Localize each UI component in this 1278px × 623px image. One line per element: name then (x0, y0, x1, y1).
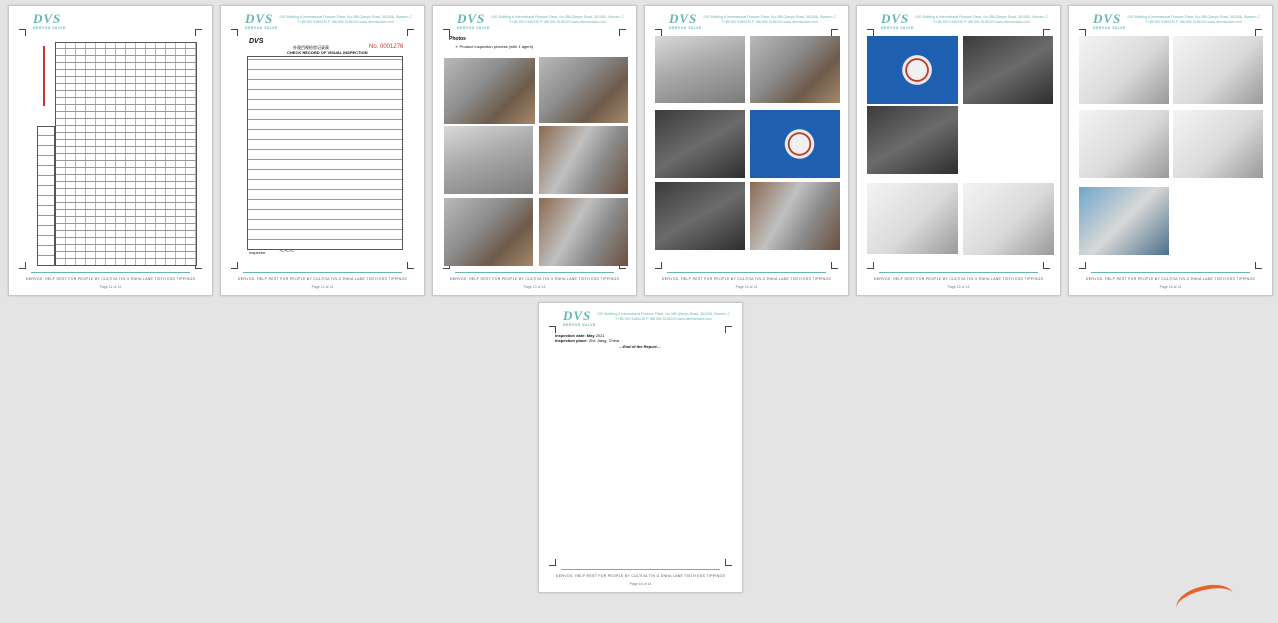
page-number: Page 16 of 14 (629, 582, 652, 586)
footer-divider (1091, 272, 1250, 273)
company-address: 10G Building A International Finance Pla… (703, 15, 836, 24)
footer-slogan: DERVOS, HELP REST FOR PEOPLE BY CULTIVA … (661, 277, 832, 281)
footer-slogan: DERVOS, HELP REST FOR PEOPLE BY CULTIVA … (555, 574, 726, 578)
inspection-photo[interactable] (750, 182, 840, 250)
inspection-photo[interactable] (539, 126, 628, 194)
company-logo: DVS DERVOS VALVE (669, 11, 702, 30)
inspection-photo[interactable] (750, 110, 840, 178)
inspection-photo[interactable] (444, 126, 533, 194)
inspection-photo[interactable] (867, 36, 958, 104)
inspection-photo[interactable] (655, 36, 745, 103)
signature-column (37, 126, 55, 266)
page-header: DVS DERVOS VALVE 10G Building A Internat… (865, 12, 1052, 36)
inspection-photo[interactable] (867, 183, 958, 254)
document-page-5[interactable]: DVS DERVOS VALVE 10G Building A Internat… (856, 5, 1061, 296)
company-address: 10G Building A International Finance Pla… (915, 15, 1048, 24)
page-number: Page 12 of 14 (311, 285, 334, 289)
inspection-photo[interactable] (1079, 110, 1169, 178)
form-logo: DVS (249, 38, 264, 45)
inspection-photo[interactable] (1173, 36, 1263, 104)
page-number: Page 15 of 14 (947, 285, 970, 289)
footer-slogan: DERVOS, HELP REST FOR PEOPLE BY CULTIVA … (449, 277, 620, 281)
page-number: Page 13 of 14 (523, 285, 546, 289)
page-header: DVS DERVOS VALVE 10G Building A Internat… (547, 309, 734, 333)
company-logo: DVS DERVOS VALVE (563, 308, 596, 327)
check-record-table (247, 56, 403, 250)
company-logo: DVS DERVOS VALVE (245, 11, 278, 30)
footer-slogan: DERVOS, HELP REST FOR PEOPLE BY CULTIVA … (1085, 277, 1256, 281)
inspection-photo[interactable] (655, 110, 745, 178)
form-title: CHECK RECORD OF VISUAL INSPECTION (287, 50, 368, 55)
inspection-photo[interactable] (655, 182, 745, 250)
company-address: 10G Building A International Finance Pla… (597, 312, 730, 321)
report-number-stamp (41, 46, 47, 106)
document-page-7[interactable]: DVS DERVOS VALVE 10G Building A Internat… (538, 302, 743, 593)
page-number: Page 16 of 14 (1159, 285, 1182, 289)
page-header: DVS DERVOS VALVE 10G Building A Internat… (441, 12, 628, 36)
section-bullet: ➢ Product Inspection process (with 1 age… (455, 44, 534, 49)
inspection-photo[interactable] (867, 106, 958, 174)
footer-slogan: DERVOS, HELP REST FOR PEOPLE BY CULTIVA … (873, 277, 1044, 281)
footer-divider (31, 272, 190, 273)
page-header: DVS DERVOS VALVE 10G Building A Internat… (653, 12, 840, 36)
company-address: 10G Building A International Finance Pla… (1127, 15, 1260, 24)
footer-divider (561, 569, 720, 570)
inspection-photo[interactable] (1079, 36, 1169, 104)
inspection-photo[interactable] (1173, 110, 1263, 178)
inspection-photo[interactable] (750, 36, 840, 103)
company-logo: DVS DERVOS VALVE (1093, 11, 1126, 30)
page-header: DVS DERVOS VALVE 10G Building A Internat… (229, 12, 416, 36)
document-page-6[interactable]: DVS DERVOS VALVE 10G Building A Internat… (1068, 5, 1273, 296)
footer-divider (667, 272, 826, 273)
bullet-arrow-icon: ➢ (455, 44, 459, 49)
footer-slogan: DERVOS, HELP REST FOR PEOPLE BY CULTIVA … (25, 277, 196, 281)
end-of-report: —End of the Report— (619, 344, 661, 349)
company-address: 10G Building A International Finance Pla… (279, 15, 412, 24)
company-logo: DVS DERVOS VALVE (33, 11, 66, 30)
footer-divider (879, 272, 1038, 273)
footer-divider (243, 272, 402, 273)
document-page-3[interactable]: DVS DERVOS VALVE 10G Building A Internat… (432, 5, 637, 296)
page-header: DVS DERVOS VALVE 10G Building A Internat… (1077, 12, 1264, 36)
report-number: No. 0001276 (369, 44, 404, 50)
page-header: DVS DERVOS VALVE (17, 12, 204, 36)
inspector-label: Inspector (249, 250, 266, 255)
inspector-signature: 〜〜〜 (279, 249, 295, 255)
inspection-photo[interactable] (963, 183, 1054, 255)
inspection-photo[interactable] (444, 198, 533, 266)
footer-divider (455, 272, 614, 273)
inspection-photo[interactable] (539, 198, 628, 266)
inspection-photo[interactable] (539, 57, 628, 123)
page-number: Page 11 of 14 (99, 285, 122, 289)
section-title: Photos (449, 36, 466, 42)
company-logo: DVS DERVOS VALVE (457, 11, 490, 30)
inspection-photo[interactable] (444, 58, 535, 124)
page-number: Page 14 of 14 (735, 285, 758, 289)
footer-slogan: DERVOS, HELP REST FOR PEOPLE BY CULTIVA … (237, 277, 408, 281)
inspection-photo[interactable] (963, 36, 1053, 104)
company-logo: DVS DERVOS VALVE (881, 11, 914, 30)
document-page-4[interactable]: DVS DERVOS VALVE 10G Building A Internat… (644, 5, 849, 296)
company-address: 10G Building A International Finance Pla… (491, 15, 624, 24)
document-page-2[interactable]: DVS DERVOS VALVE 10G Building A Internat… (220, 5, 425, 296)
inspection-photo[interactable] (1079, 187, 1169, 255)
corner-brand-mark (1173, 579, 1237, 623)
inspection-data-table (55, 42, 197, 266)
inspection-place: Inspection place: Zhe Jiang, China (555, 338, 620, 343)
document-page-1[interactable]: DVS DERVOS VALVE DERVOS, HELP REST FOR P… (8, 5, 213, 296)
